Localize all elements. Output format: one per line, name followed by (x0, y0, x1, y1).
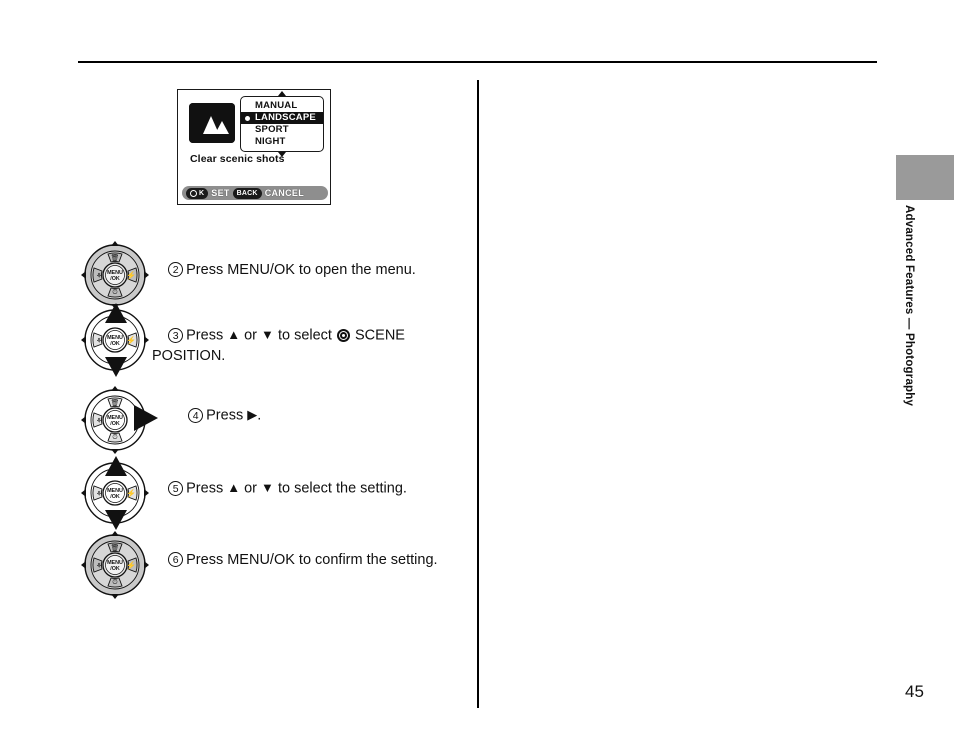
step-6-body: Press MENU/OK to confirm the setting. (186, 552, 438, 568)
svg-text:/OK: /OK (110, 421, 120, 427)
up-triangle-glyph: ▲ (227, 480, 241, 495)
ok-key-pill: K (186, 187, 209, 199)
svg-text:/OK: /OK (110, 494, 120, 500)
lcd-bottom-bar: K SET BACK CANCEL (182, 186, 328, 200)
down-arrow-overlay-icon (105, 357, 127, 377)
step-5-seg3: to select the setting. (273, 480, 407, 497)
step-5-text: 5 Press ▲ or ▼ to select the setting. (152, 456, 407, 519)
nav-pad-step-2[interactable]: MENU /OK 🗑 ⏱ ⚘ ⚡ (78, 238, 152, 312)
column-divider-rule (477, 80, 479, 708)
svg-text:🗑: 🗑 (111, 253, 120, 262)
scroll-up-arrow-icon[interactable] (278, 91, 286, 96)
svg-text:⚘: ⚘ (96, 337, 102, 345)
nav-pad-step-3[interactable]: MENU /OK ⚘ ⚡ (78, 303, 152, 377)
step-6-text: 6 Press MENU/OK to confirm the setting. (152, 528, 438, 590)
step-5-seg1: Press (186, 480, 228, 497)
scene-position-icon (336, 328, 350, 342)
step-3-seg4: SCENE (350, 327, 405, 344)
step-2: MENU /OK 🗑 ⏱ ⚘ ⚡ 2 Press MENU/OK to open … (78, 238, 416, 312)
down-triangle-glyph: ▼ (261, 327, 274, 342)
svg-text:/OK: /OK (110, 341, 120, 347)
up-triangle-glyph: ▲ (227, 327, 241, 342)
back-key-label: BACK (236, 189, 258, 197)
menu-item-landscape[interactable]: LANDSCAPE (241, 112, 323, 124)
menu-item-sport[interactable]: SPORT (241, 124, 323, 136)
down-triangle-glyph: ▼ (261, 480, 274, 495)
nav-pad-step-4[interactable]: MENU /OK 🗑 ⏱ ⚘ (78, 383, 158, 457)
svg-text:⏱: ⏱ (112, 433, 118, 441)
svg-text:🗑: 🗑 (111, 543, 120, 552)
svg-text:⏱: ⏱ (112, 288, 118, 296)
step-5: MENU /OK ⚘ ⚡ 5 Press ▲ or ▼ to select the… (78, 456, 407, 530)
step-3-text: 3 Press ▲ or ▼ to select SCENE POSITION. (152, 303, 405, 386)
step-4-number: 4 (188, 407, 204, 423)
step-4: MENU /OK 🗑 ⏱ ⚘ 4 Press ▶. (78, 383, 261, 457)
svg-text:⚘: ⚘ (96, 272, 102, 280)
step-3-seg3: to select (273, 327, 336, 344)
step-4-text: 4 Press ▶. (172, 383, 261, 446)
step-2-body: Press MENU/OK to open the menu. (186, 262, 416, 278)
step-2-text: 2 Press MENU/OK to open the menu. (152, 238, 416, 300)
step-3-number: 3 (168, 327, 184, 343)
svg-text:/OK: /OK (110, 276, 120, 282)
scene-position-menu-list[interactable]: MANUAL LANDSCAPE SPORT NIGHT (240, 91, 324, 157)
step-3: MENU /OK ⚘ ⚡ 3 Press ▲ or ▼ to select SCE… (78, 303, 405, 386)
svg-text:⚡: ⚡ (126, 335, 136, 345)
lcd-screen-illustration: MANUAL LANDSCAPE SPORT NIGHT Clear sceni… (177, 89, 331, 205)
step-3-seg5: POSITION. (152, 347, 226, 364)
step-5-seg2: or (240, 480, 262, 497)
header-rule (78, 61, 877, 63)
svg-text:⚘: ⚘ (96, 417, 102, 425)
svg-text:⚘: ⚘ (96, 490, 102, 498)
up-arrow-overlay-icon (105, 303, 127, 323)
set-label: SET (211, 188, 230, 198)
step-4-seg1: Press (206, 407, 248, 424)
svg-text:⏱: ⏱ (112, 578, 118, 586)
menu-item-manual[interactable]: MANUAL (241, 100, 323, 112)
right-triangle-glyph: ▶ (247, 407, 258, 422)
nav-pad-step-5[interactable]: MENU /OK ⚘ ⚡ (78, 456, 152, 530)
menu-item-night[interactable]: NIGHT (241, 136, 323, 148)
lcd-caption: Clear scenic shots (190, 153, 285, 165)
ok-ring-icon (190, 189, 197, 197)
down-arrow-overlay-icon (105, 510, 127, 530)
nav-pad-step-6[interactable]: MENU /OK 🗑 ⏱ ⚘ ⚡ (78, 528, 152, 602)
cancel-label: CANCEL (264, 188, 305, 198)
step-5-number: 5 (168, 480, 184, 496)
step-6: MENU /OK 🗑 ⏱ ⚘ ⚡ 6 Press MENU/OK to confi… (78, 528, 438, 602)
mountain-landscape-icon (189, 103, 235, 143)
svg-text:/OK: /OK (110, 566, 120, 572)
step-3-seg2: or (240, 327, 262, 344)
up-arrow-overlay-icon (105, 456, 127, 476)
page-number: 45 (905, 682, 924, 701)
svg-text:⚘: ⚘ (96, 562, 102, 570)
svg-text:⚡: ⚡ (126, 488, 136, 498)
step-2-number: 2 (168, 262, 184, 277)
svg-text:⚡: ⚡ (126, 560, 136, 570)
svg-text:⚡: ⚡ (126, 270, 136, 280)
chapter-tab-block (896, 155, 954, 200)
nav-pad-icon: MENU /OK 🗑 ⏱ ⚘ ⚡ (81, 241, 149, 309)
step-4-seg2: . (257, 407, 262, 424)
nav-pad-icon: MENU /OK 🗑 ⏱ ⚘ ⚡ (81, 531, 149, 599)
step-3-seg1: Press (186, 327, 228, 344)
ok-key-label: K (199, 189, 205, 197)
chapter-side-title: Advanced Features — Photography (903, 205, 915, 407)
back-key-pill: BACK (232, 187, 262, 199)
svg-text:🗑: 🗑 (111, 398, 120, 407)
right-arrow-overlay-icon (134, 405, 158, 431)
step-6-number: 6 (168, 552, 184, 567)
